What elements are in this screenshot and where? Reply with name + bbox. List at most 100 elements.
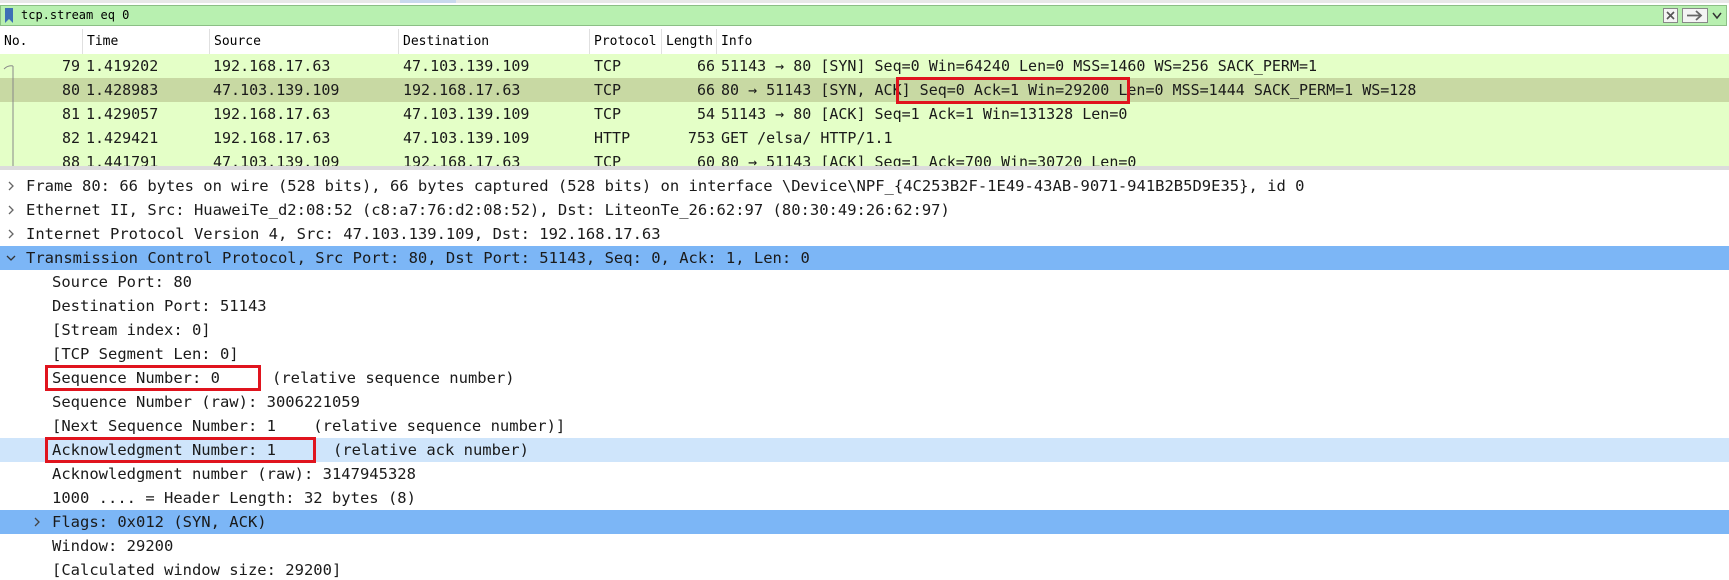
tree-field-label: Acknowledgment number (raw): 3147945328 <box>52 465 416 483</box>
conversation-line-icon <box>12 150 14 166</box>
packet-source: 192.168.17.63 <box>213 57 331 75</box>
tree-field-next-sequence[interactable]: [Next Sequence Number: 1 (relative seque… <box>0 414 1729 438</box>
tree-field-header-length[interactable]: 1000 .... = Header Length: 32 bytes (8) <box>0 486 1729 510</box>
packet-row[interactable]: 81 1.429057 192.168.17.63 47.103.139.109… <box>0 102 1729 126</box>
packet-length: 66 <box>696 81 715 99</box>
packet-no: 88 <box>61 153 80 166</box>
tree-item-flags[interactable]: Flags: 0x012 (SYN, ACK) <box>0 510 1729 534</box>
pane-splitter[interactable] <box>0 166 1729 170</box>
packet-protocol: HTTP <box>594 129 631 147</box>
packet-info: GET /elsa/ HTTP/1.1 <box>721 129 893 147</box>
tree-item-label: Internet Protocol Version 4, Src: 47.103… <box>26 225 661 243</box>
packet-destination: 47.103.139.109 <box>403 105 530 123</box>
packet-list-header: No. Time Source Destination Protocol Len… <box>0 29 1729 55</box>
packet-destination: 192.168.17.63 <box>403 153 521 166</box>
packet-destination: 47.103.139.109 <box>403 57 530 75</box>
tree-field-label: Destination Port: 51143 <box>52 297 267 315</box>
tree-field-dst-port[interactable]: Destination Port: 51143 <box>0 294 1729 318</box>
packet-source: 47.103.139.109 <box>213 153 340 166</box>
chevron-right-icon[interactable] <box>30 510 44 534</box>
tree-field-label: Window: 29200 <box>52 537 174 555</box>
tree-field-label: [TCP Segment Len: 0] <box>52 345 239 363</box>
packet-row[interactable]: 79 1.419202 192.168.17.63 47.103.139.109… <box>0 54 1729 78</box>
packet-protocol: TCP <box>594 81 622 99</box>
packet-info: 51143 → 80 [SYN] Seq=0 Win=64240 Len=0 M… <box>721 57 1318 75</box>
packet-source: 192.168.17.63 <box>213 105 331 123</box>
packet-row-selected[interactable]: 80 1.428983 47.103.139.109 192.168.17.63… <box>0 78 1729 102</box>
tree-field-label: 1000 .... = Header Length: 32 bytes (8) <box>52 489 416 507</box>
packet-destination: 192.168.17.63 <box>403 81 521 99</box>
tree-field-note: (relative ack number) <box>333 441 529 459</box>
toolbar-selected-tab <box>400 0 456 3</box>
column-header-protocol[interactable]: Protocol <box>590 29 662 54</box>
tree-field-src-port[interactable]: Source Port: 80 <box>0 270 1729 294</box>
column-header-info[interactable]: Info <box>717 29 1729 54</box>
tree-item-label: Transmission Control Protocol, Src Port:… <box>26 249 810 267</box>
tree-item-ethernet[interactable]: Ethernet II, Src: HuaweiTe_d2:08:52 (c8:… <box>0 198 1729 222</box>
tree-item-label: Frame 80: 66 bytes on wire (528 bits), 6… <box>26 177 1305 195</box>
packet-protocol: TCP <box>594 153 622 166</box>
chevron-right-icon[interactable] <box>4 174 18 198</box>
packet-source: 47.103.139.109 <box>213 81 340 99</box>
tree-field-label: [Stream index: 0] <box>52 321 211 339</box>
packet-length: 753 <box>687 129 715 147</box>
apply-filter-icon[interactable] <box>1682 8 1708 23</box>
tree-field-window[interactable]: Window: 29200 <box>0 534 1729 558</box>
packet-time: 1.419202 <box>86 57 159 75</box>
packet-details-tree: Frame 80: 66 bytes on wire (528 bits), 6… <box>0 172 1729 580</box>
packet-time: 1.428983 <box>86 81 159 99</box>
packet-destination: 47.103.139.109 <box>403 129 530 147</box>
packet-no: 81 <box>61 105 80 123</box>
annotation-box-sequence-number <box>45 365 261 391</box>
packet-no: 82 <box>61 129 80 147</box>
tree-field-sequence-raw[interactable]: Sequence Number (raw): 3006221059 <box>0 390 1729 414</box>
tree-field-stream-index[interactable]: [Stream index: 0] <box>0 318 1729 342</box>
conversation-line-icon <box>12 78 14 102</box>
annotation-box-ack-number <box>45 437 316 463</box>
column-header-length[interactable]: Length <box>662 29 717 54</box>
packet-length: 54 <box>696 105 715 123</box>
packet-length: 66 <box>696 57 715 75</box>
tree-field-ack-raw[interactable]: Acknowledgment number (raw): 3147945328 <box>0 462 1729 486</box>
packet-info: 51143 → 80 [ACK] Seq=1 Ack=1 Win=131328 … <box>721 105 1128 123</box>
tree-item-ip[interactable]: Internet Protocol Version 4, Src: 47.103… <box>0 222 1729 246</box>
clear-filter-icon[interactable] <box>1663 8 1678 23</box>
column-header-no[interactable]: No. <box>0 29 83 54</box>
packet-time: 1.429057 <box>86 105 159 123</box>
column-header-time[interactable]: Time <box>83 29 210 54</box>
packet-no: 79 <box>61 57 80 75</box>
packet-row[interactable]: 82 1.429421 192.168.17.63 47.103.139.109… <box>0 126 1729 150</box>
tree-field-calculated-window[interactable]: [Calculated window size: 29200] <box>0 558 1729 580</box>
packet-source: 192.168.17.63 <box>213 129 331 147</box>
tree-field-label: Sequence Number (raw): 3006221059 <box>52 393 360 411</box>
annotation-box-syn-ack <box>896 77 1130 104</box>
packet-info: 80 → 51143 [ACK] Seq=1 Ack=700 Win=30720… <box>721 153 1137 166</box>
packet-row[interactable]: 88 1.441791 47.103.139.109 192.168.17.63… <box>0 150 1729 166</box>
tree-item-label: Flags: 0x012 (SYN, ACK) <box>52 513 267 531</box>
packet-time: 1.429421 <box>86 129 159 147</box>
display-filter-input[interactable]: tcp.stream eq 0 <box>21 7 129 24</box>
packet-info-prefix: 80 → 51143 <box>721 81 821 99</box>
column-header-destination[interactable]: Destination <box>399 29 590 54</box>
conversation-line-icon <box>12 102 14 126</box>
packet-protocol: TCP <box>594 57 622 75</box>
bookmark-icon[interactable] <box>4 8 14 23</box>
tree-field-segment-len[interactable]: [TCP Segment Len: 0] <box>0 342 1729 366</box>
tree-field-note: (relative sequence number) <box>272 369 515 387</box>
chevron-right-icon[interactable] <box>4 222 18 246</box>
packet-time: 1.441791 <box>86 153 159 166</box>
tree-item-tcp[interactable]: Transmission Control Protocol, Src Port:… <box>0 246 1729 270</box>
tree-item-frame[interactable]: Frame 80: 66 bytes on wire (528 bits), 6… <box>0 174 1729 198</box>
packet-no: 80 <box>61 81 80 99</box>
filter-dropdown-icon[interactable] <box>1711 8 1723 23</box>
tree-item-label: Ethernet II, Src: HuaweiTe_d2:08:52 (c8:… <box>26 201 950 219</box>
packet-list: No. Time Source Destination Protocol Len… <box>0 29 1729 166</box>
chevron-right-icon[interactable] <box>4 198 18 222</box>
column-header-source[interactable]: Source <box>210 29 399 54</box>
conversation-line-icon <box>12 126 14 150</box>
tree-field-label: [Next Sequence Number: 1 (relative seque… <box>52 417 566 435</box>
conversation-start-marker-icon <box>3 65 14 78</box>
chevron-down-icon[interactable] <box>4 246 18 270</box>
display-filter-bar[interactable]: tcp.stream eq 0 <box>0 5 1727 26</box>
tree-field-label: Source Port: 80 <box>52 273 192 291</box>
